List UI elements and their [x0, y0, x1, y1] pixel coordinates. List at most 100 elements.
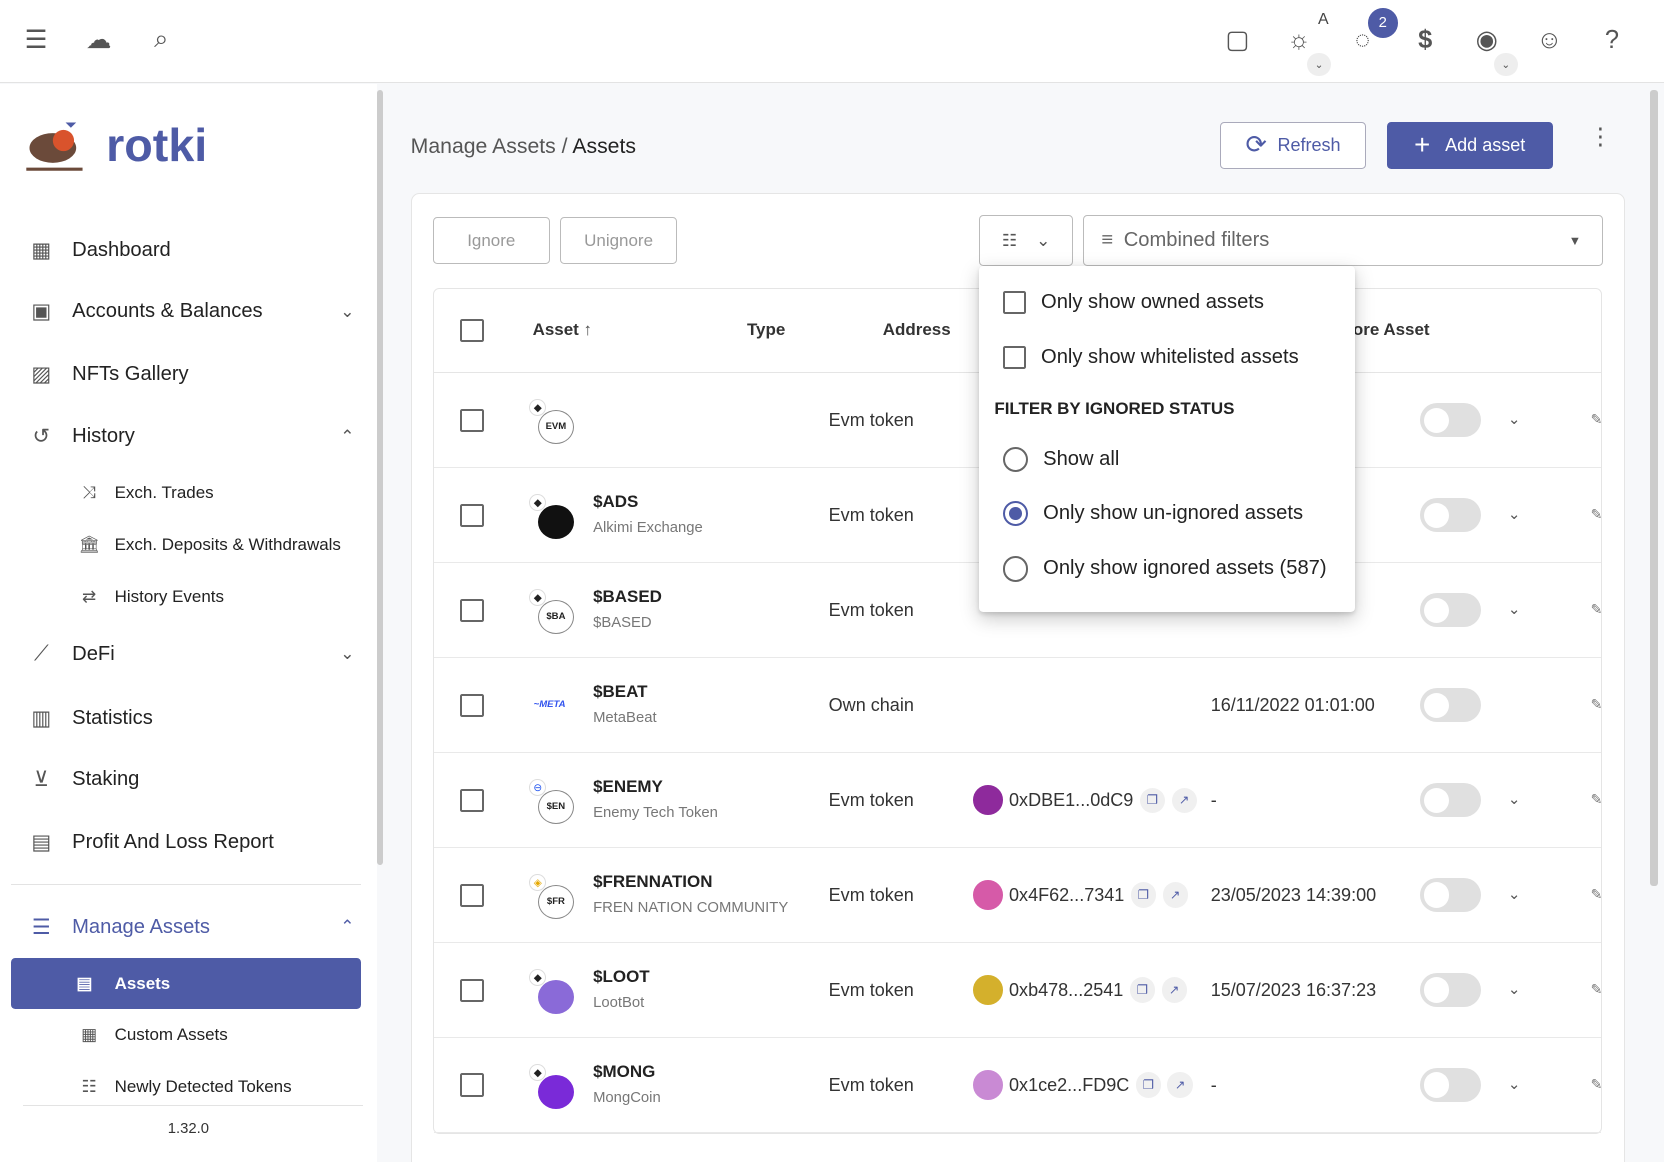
radio-ignored[interactable]: Only show ignored assets (587) — [1002, 556, 1327, 582]
sidebar-item-custom-assets[interactable]: ▦ Custom Assets — [74, 1025, 228, 1045]
row-checkbox[interactable] — [460, 503, 484, 528]
chevron-down-icon[interactable]: ⌄ — [1508, 600, 1520, 618]
logo[interactable]: rotki — [21, 114, 207, 178]
edit-icon[interactable]: ✎ — [1591, 697, 1603, 713]
ignore-toggle[interactable] — [1419, 878, 1482, 913]
edit-icon[interactable]: ✎ — [1591, 507, 1603, 523]
column-address: Address — [882, 320, 951, 340]
sidebar-item-pnl-report[interactable]: ▤ Profit And Loss Report — [25, 830, 354, 855]
owned-assets-checkbox[interactable]: Only show owned assets — [1002, 290, 1264, 315]
note-icon[interactable]: ▢ — [1220, 23, 1254, 57]
select-all-checkbox[interactable] — [460, 318, 484, 343]
chevron-down-icon[interactable]: ⌄ — [1508, 1075, 1520, 1093]
chevron-down-icon[interactable]: ⌄ — [1508, 410, 1520, 428]
chevron-down-icon[interactable]: ⌄ — [1508, 885, 1520, 903]
copy-icon[interactable]: ❐ — [1135, 1072, 1162, 1098]
search-icon[interactable]: ⌕ — [144, 23, 178, 57]
app-version: 1.32.0 — [167, 1120, 209, 1137]
ignore-toggle[interactable] — [1419, 498, 1482, 533]
edit-icon[interactable]: ✎ — [1591, 792, 1603, 808]
refresh-button[interactable]: ⟳ Refresh — [1220, 122, 1366, 169]
sidebar-item-staking[interactable]: ⊻ Staking — [25, 767, 354, 792]
edit-icon[interactable]: ✎ — [1591, 602, 1603, 618]
token-icon: $EN — [537, 789, 574, 824]
asset-icon: $FR ◈ — [529, 874, 574, 919]
ignore-toggle[interactable] — [1419, 688, 1482, 723]
token-icon: $BA — [537, 599, 574, 634]
breadcrumb-parent[interactable]: Manage Assets — [411, 135, 556, 158]
ignore-toggle[interactable] — [1419, 403, 1482, 438]
copy-icon[interactable]: ❐ — [1129, 977, 1156, 1003]
filter-options-button[interactable]: ☷ ⌄ — [979, 215, 1073, 267]
chevron-down-icon[interactable]: ⌄ — [1307, 53, 1331, 77]
sidebar-item-history-events[interactable]: ⇄ History Events — [74, 587, 224, 607]
sidebar-item-exch-trades[interactable]: ⤨ Exch. Trades — [74, 483, 213, 503]
sidebar-scrollbar[interactable] — [376, 90, 384, 865]
currency-dollar-icon[interactable]: $ — [1408, 23, 1442, 57]
chevron-up-icon: ⌃ — [340, 426, 355, 446]
table-row: ◆ $MONG MongCoin Evm token 0x1ce2...FD9C ❐… — [433, 1038, 1603, 1134]
row-checkbox[interactable] — [460, 883, 484, 907]
unignore-button[interactable]: Unignore — [560, 217, 677, 265]
more-options-icon[interactable]: ⋮ — [1589, 124, 1612, 147]
sidebar-item-dashboard[interactable]: ▦ Dashboard — [25, 238, 354, 263]
copy-icon[interactable]: ❐ — [1130, 882, 1157, 908]
add-asset-button[interactable]: + Add asset — [1386, 122, 1553, 169]
row-checkbox[interactable] — [460, 598, 484, 622]
cloud-off-icon[interactable]: ☁ — [82, 23, 116, 57]
edit-icon[interactable]: ✎ — [1591, 887, 1603, 903]
database-icon: ☰ — [31, 915, 51, 939]
sidebar-item-manage-assets[interactable]: ☰ Manage Assets ⌃ — [25, 915, 355, 940]
help-icon[interactable]: ? — [1595, 23, 1629, 57]
radio-unignored[interactable]: Only show un-ignored assets — [1002, 500, 1303, 527]
ignore-toggle[interactable] — [1419, 783, 1482, 818]
edit-icon[interactable]: ✎ — [1591, 412, 1603, 428]
external-link-icon[interactable]: ↗ — [1167, 1072, 1193, 1098]
chevron-down-icon[interactable]: ⌄ — [1508, 505, 1520, 523]
external-link-icon[interactable]: ↗ — [1162, 882, 1188, 908]
theme-sun-icon[interactable]: ☼ — [1282, 23, 1316, 57]
account-icon[interactable]: ☺ — [1532, 23, 1566, 57]
row-checkbox[interactable] — [460, 408, 484, 433]
column-asset[interactable]: Asset ↑ — [533, 320, 592, 340]
ignore-button[interactable]: Ignore — [432, 217, 550, 265]
option-label: Show all — [1043, 447, 1120, 470]
chevron-down-icon[interactable]: ⌄ — [1508, 980, 1520, 998]
sidebar-item-defi[interactable]: ⟋ DeFi ⌄ — [25, 642, 354, 666]
ignore-toggle[interactable] — [1419, 1068, 1482, 1103]
sidebar-item-label: History Events — [114, 586, 224, 606]
sidebar-item-newly-detected[interactable]: ☷ Newly Detected Tokens — [74, 1077, 292, 1097]
edit-icon[interactable]: ✎ — [1591, 1077, 1603, 1093]
sidebar-item-accounts[interactable]: ▣ Accounts & Balances ⌄ — [25, 299, 354, 324]
row-checkbox[interactable] — [460, 1073, 484, 1097]
radio[interactable] — [1002, 446, 1029, 473]
privacy-eye-icon[interactable]: ◉ — [1470, 23, 1504, 57]
radio-selected[interactable] — [1002, 500, 1029, 527]
radio-show-all[interactable]: Show all — [1002, 446, 1120, 473]
asset-name: MetaBeat — [593, 710, 657, 727]
main-scrollbar[interactable] — [1650, 90, 1658, 887]
chevron-down-icon[interactable]: ⌄ — [1508, 790, 1520, 808]
sidebar-item-history[interactable]: ↺ History ⌃ — [25, 424, 354, 449]
edit-icon[interactable]: ✎ — [1591, 982, 1603, 998]
checkbox[interactable] — [1002, 290, 1027, 315]
checkbox[interactable] — [1002, 345, 1027, 370]
row-checkbox[interactable] — [460, 978, 484, 1002]
menu-icon[interactable]: ☰ — [19, 23, 53, 57]
ignore-toggle[interactable] — [1419, 973, 1482, 1008]
sidebar-item-nfts[interactable]: ▨ NFTs Gallery — [25, 362, 354, 387]
row-checkbox[interactable] — [460, 693, 484, 717]
combined-filters-input[interactable]: ≡ Combined filters ▼ — [1083, 215, 1604, 267]
sidebar-item-exch-deposits[interactable]: 🏛 Exch. Deposits & Withdrawals — [74, 535, 341, 555]
chevron-down-icon[interactable]: ⌄ — [1494, 53, 1518, 77]
whitelisted-assets-checkbox[interactable]: Only show whitelisted assets — [1002, 345, 1299, 370]
external-link-icon[interactable]: ↗ — [1171, 787, 1197, 813]
radio[interactable] — [1002, 556, 1029, 582]
sidebar-item-statistics[interactable]: ▥ Statistics — [25, 706, 354, 731]
external-link-icon[interactable]: ↗ — [1161, 977, 1187, 1003]
sidebar-item-assets[interactable]: ▤ Assets — [10, 958, 361, 1010]
asset-address: 0xDBE1...0dC9 ❐ ↗ — [972, 785, 1197, 816]
ignore-toggle[interactable] — [1419, 593, 1482, 628]
copy-icon[interactable]: ❐ — [1139, 787, 1166, 813]
row-checkbox[interactable] — [460, 788, 484, 812]
